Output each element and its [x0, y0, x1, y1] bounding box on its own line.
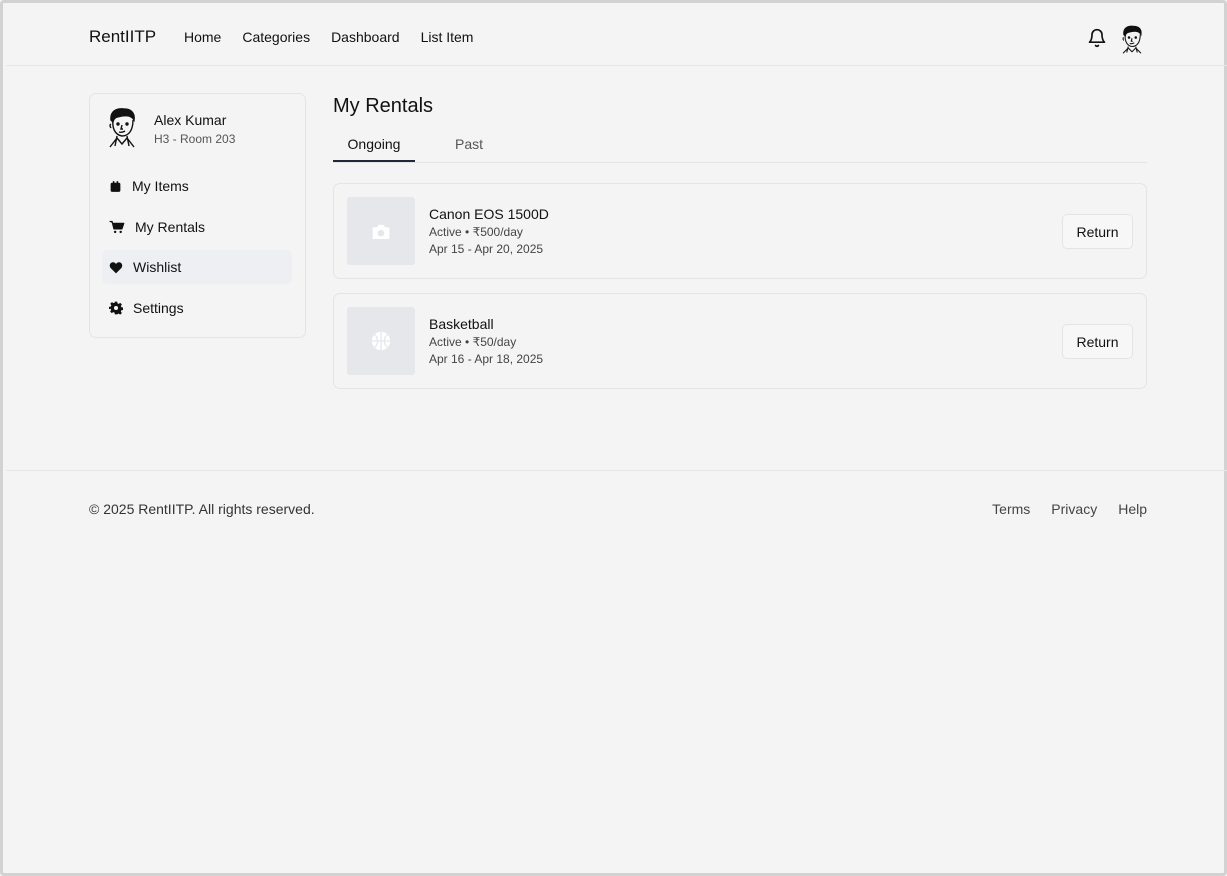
footer-link-terms[interactable]: Terms: [992, 501, 1030, 517]
brand-logo[interactable]: RentIITP: [89, 27, 156, 47]
main-nav: Home Categories Dashboard List Item: [184, 29, 494, 45]
item-status-price: Active • ₹50/day: [429, 335, 517, 349]
profile-avatar-icon: [109, 108, 135, 148]
sidebar-item-my-items[interactable]: My Items: [102, 169, 292, 203]
item-status: Active: [429, 335, 462, 349]
item-thumbnail: [347, 307, 415, 375]
sidebar-item-label: My Rentals: [135, 219, 206, 235]
copyright-text: © 2025 RentIITP. All rights reserved.: [89, 501, 315, 517]
nav-home[interactable]: Home: [184, 29, 221, 45]
rental-card: Basketball Active • ₹50/day Apr 16 - Apr…: [333, 293, 1147, 389]
nav-categories[interactable]: Categories: [242, 29, 310, 45]
footer-links: Terms Privacy Help: [971, 501, 1147, 517]
item-thumbnail: [347, 197, 415, 265]
item-name: Canon EOS 1500D: [429, 206, 549, 222]
calendar-icon: [110, 180, 121, 192]
item-price: ₹500/day: [472, 225, 523, 239]
rental-card: Canon EOS 1500D Active • ₹500/day Apr 15…: [333, 183, 1147, 279]
return-button[interactable]: Return: [1062, 324, 1133, 359]
cart-icon: [109, 220, 125, 234]
bell-icon[interactable]: [1087, 28, 1107, 48]
top-navbar: RentIITP Home Categories Dashboard List …: [6, 6, 1227, 66]
sidebar-item-settings[interactable]: Settings: [102, 291, 292, 325]
page-title: My Rentals: [333, 95, 434, 117]
gear-icon: [109, 301, 123, 315]
profile-room: H3 - Room 203: [154, 132, 236, 146]
profile-name: Alex Kumar: [154, 112, 227, 128]
sidebar-item-wishlist[interactable]: Wishlist: [102, 250, 292, 284]
basketball-icon: [371, 331, 391, 351]
return-button[interactable]: Return: [1062, 214, 1133, 249]
item-dates: Apr 16 - Apr 18, 2025: [429, 352, 544, 366]
heart-icon: [109, 261, 123, 273]
sidebar-item-label: Wishlist: [133, 259, 182, 275]
nav-list-item[interactable]: List Item: [421, 29, 474, 45]
tab-ongoing[interactable]: Ongoing: [333, 136, 415, 162]
sidebar-item-label: My Items: [132, 178, 189, 194]
footer-link-privacy[interactable]: Privacy: [1051, 501, 1097, 517]
tab-past[interactable]: Past: [455, 136, 483, 152]
item-dates: Apr 15 - Apr 20, 2025: [429, 242, 544, 256]
nav-dashboard[interactable]: Dashboard: [331, 29, 400, 45]
footer: © 2025 RentIITP. All rights reserved. Te…: [6, 470, 1227, 550]
profile-sidebar: Alex Kumar H3 - Room 203 My Items My Ren…: [89, 93, 306, 338]
sidebar-item-my-rentals[interactable]: My Rentals: [102, 210, 292, 244]
footer-link-help[interactable]: Help: [1118, 501, 1147, 517]
item-status-price: Active • ₹500/day: [429, 225, 523, 239]
sidebar-item-label: Settings: [133, 300, 184, 316]
item-price: ₹50/day: [472, 335, 517, 349]
item-name: Basketball: [429, 316, 494, 332]
rental-tabs: Ongoing Past: [333, 129, 1147, 163]
camera-icon: [372, 224, 390, 239]
app-window: RentIITP Home Categories Dashboard List …: [0, 0, 1227, 876]
user-avatar-icon[interactable]: [1119, 24, 1145, 54]
item-status: Active: [429, 225, 462, 239]
